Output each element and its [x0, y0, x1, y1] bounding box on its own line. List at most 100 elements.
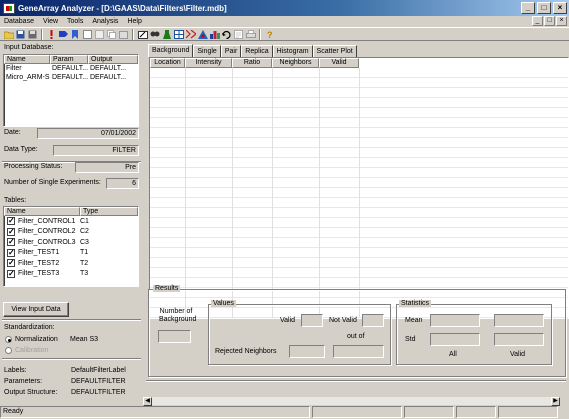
labels-value: DefaultFilterLabel [71, 367, 126, 374]
tab-single[interactable]: Single [193, 45, 221, 57]
flask-icon[interactable] [161, 29, 172, 40]
table-row[interactable]: ✓ Filter_TEST3 T3 [4, 269, 138, 280]
column-header-ratio[interactable]: Ratio [232, 58, 272, 68]
scroll-right-icon[interactable]: ▶ [551, 397, 560, 406]
mean-all-field [430, 314, 480, 327]
column-header-type[interactable]: Type [80, 207, 138, 216]
table-row[interactable]: ✓ Filter_TEST2 T2 [4, 258, 138, 269]
column-header-location[interactable]: Location [150, 58, 185, 68]
parameters-label: Parameters: [4, 378, 43, 385]
labels-label: Labels: [4, 367, 27, 374]
mdi-close-button[interactable]: × [556, 16, 567, 26]
tab-strip: Background Single Pair Replica Histogram… [148, 44, 357, 57]
tab-pair[interactable]: Pair [220, 45, 242, 57]
column-header-intensity[interactable]: Intensity [185, 58, 232, 68]
help-icon[interactable]: ? [264, 29, 275, 40]
tables-list[interactable]: Name Type ✓ Filter_CONTROL1 C1 ✓ Filter_CON… [3, 206, 139, 287]
menu-analysis[interactable]: Analysis [92, 18, 118, 25]
undo-icon[interactable] [221, 29, 232, 40]
analyze-icon[interactable] [197, 29, 208, 40]
row-checkbox[interactable]: ✓ [7, 217, 15, 226]
row-checkbox[interactable]: ✓ [7, 227, 15, 236]
data-grid[interactable]: Location Intensity Ratio Neighbors Valid [149, 57, 569, 319]
results-group: Results Number of Background Values Vali… [148, 285, 566, 377]
title-bar: GeneArray Analyzer - [D:\GAAS\Data\Filte… [0, 0, 569, 16]
normalization-label: Normalization [15, 336, 58, 343]
normalization-radio[interactable] [5, 336, 12, 343]
calibration-label: Calibration [15, 347, 49, 354]
number-of-background-label: Number of Background [159, 308, 197, 323]
normalization-value: Mean S3 [70, 336, 99, 343]
save-all-icon[interactable] [27, 29, 38, 40]
bookmark-icon[interactable] [70, 29, 81, 40]
chart-icon[interactable] [209, 29, 220, 40]
mdi-restore-button[interactable]: □ [544, 16, 555, 26]
view-input-data-button[interactable]: View Input Data [3, 302, 69, 317]
table-row[interactable]: ✓ Filter_CONTROL2 C2 [4, 227, 138, 238]
input-database-label: Input Database: [4, 44, 54, 51]
app-icon [3, 2, 15, 14]
table-row[interactable]: ✓ Filter_TEST1 T1 [4, 248, 138, 259]
print-icon[interactable] [245, 29, 256, 40]
export-icon[interactable] [94, 29, 105, 40]
tab-background[interactable]: Background [148, 44, 194, 57]
rejected-neighbors-label: Rejected Neighbors [215, 348, 277, 355]
minimize-button[interactable]: _ [521, 2, 535, 14]
mdi-minimize-button[interactable]: _ [532, 16, 543, 26]
status-pane [498, 406, 558, 418]
std-label: Std [405, 336, 416, 343]
properties-icon[interactable] [233, 29, 244, 40]
calibration-radio[interactable] [5, 347, 12, 354]
column-header-name[interactable]: Name [4, 55, 50, 64]
save-icon[interactable] [15, 29, 26, 40]
input-database-list[interactable]: Name Param Output Filter DEFAULT... DEFA… [3, 54, 139, 127]
grid-icon[interactable] [173, 29, 184, 40]
row-checkbox[interactable]: ✓ [7, 248, 15, 257]
table-row[interactable]: ✓ Filter_CONTROL3 C3 [4, 237, 138, 248]
tab-replica[interactable]: Replica [241, 45, 273, 57]
menu-help[interactable]: Help [127, 18, 141, 25]
close-button[interactable]: × [553, 2, 567, 14]
toolbar-separator [41, 28, 43, 40]
mean-valid-field [494, 314, 544, 327]
find-icon[interactable] [149, 29, 160, 40]
menu-tools[interactable]: Tools [67, 18, 83, 25]
column-header-valid[interactable]: Valid [319, 58, 359, 68]
svg-text:?: ? [267, 30, 273, 39]
edit-icon[interactable] [137, 29, 148, 40]
output-structure-label: Output Structure: [4, 389, 58, 396]
column-header-name[interactable]: Name [4, 207, 80, 216]
copy-icon[interactable] [106, 29, 117, 40]
toolbar: ? [0, 27, 569, 41]
scroll-left-icon[interactable]: ◀ [143, 397, 152, 406]
list-item[interactable]: Micro_ARM-SE DEFAULT... DEFAULT... [4, 73, 138, 82]
table-row[interactable]: ✓ Filter_CONTROL1 C1 [4, 216, 138, 227]
status-text: Ready [0, 406, 310, 418]
blue-tag-icon[interactable] [58, 29, 69, 40]
column-header-neighbors[interactable]: Neighbors [272, 58, 319, 68]
red-mark-icon[interactable] [46, 29, 57, 40]
tab-scatter-plot[interactable]: Scatter Plot [312, 45, 357, 57]
standardization-label: Standardization: [4, 324, 55, 331]
row-checkbox[interactable]: ✓ [7, 238, 15, 247]
column-header-output[interactable]: Output [88, 55, 138, 64]
filter-icon[interactable] [185, 29, 196, 40]
tab-histogram[interactable]: Histogram [272, 45, 313, 57]
window-title: GeneArray Analyzer - [D:\GAAS\Data\Filte… [18, 3, 227, 13]
row-checkbox[interactable]: ✓ [7, 269, 15, 278]
out-of-label: out of [347, 333, 365, 340]
horizontal-scrollbar[interactable]: ◀ ▶ [143, 396, 560, 406]
import-icon[interactable] [82, 29, 93, 40]
values-group: Values Valid Not Valid out of Rejected N… [208, 300, 391, 365]
data-type-label: Data Type: [4, 146, 38, 153]
open-folder-icon[interactable] [3, 29, 14, 40]
maximize-button[interactable]: □ [537, 2, 551, 14]
paste-icon[interactable] [118, 29, 129, 40]
column-header-param[interactable]: Param [50, 55, 88, 64]
list-item[interactable]: Filter DEFAULT... DEFAULT... [4, 64, 138, 73]
row-checkbox[interactable]: ✓ [7, 259, 15, 268]
rejected-neighbors-field [289, 345, 325, 358]
grid-column-line [185, 68, 186, 318]
menu-database[interactable]: Database [4, 18, 34, 25]
menu-view[interactable]: View [43, 18, 58, 25]
